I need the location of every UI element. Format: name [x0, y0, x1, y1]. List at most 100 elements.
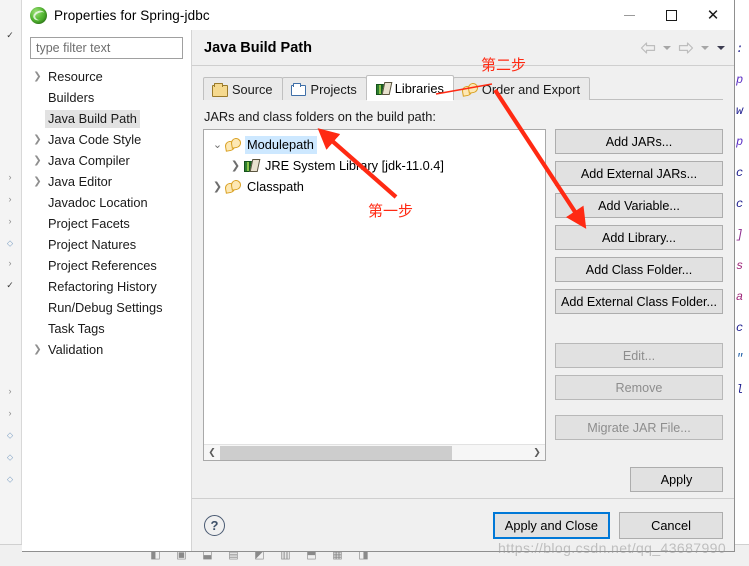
minimize-button[interactable]: [608, 0, 650, 30]
forward-history-button[interactable]: [697, 37, 712, 59]
chevron-down-icon: [662, 45, 671, 50]
background-code-editor: : p w p c c] s a c " l: [735, 0, 749, 566]
filter-input[interactable]: [30, 37, 183, 59]
tab-source[interactable]: Source: [203, 77, 283, 100]
chevron-right-icon[interactable]: ❯: [210, 181, 225, 192]
sidebar-item-builders[interactable]: Builders: [22, 87, 191, 108]
apply-and-close-button[interactable]: Apply and Close: [492, 511, 610, 539]
library-tree-label: Modulepath: [245, 135, 317, 154]
forward-arrow-icon: [678, 41, 693, 54]
sidebar-item-project-references[interactable]: Project References: [22, 255, 191, 276]
background-code-fragment: :: [736, 42, 744, 56]
button-add-external-jars[interactable]: Add External JARs...: [555, 161, 723, 186]
tab-libraries[interactable]: Libraries: [365, 75, 454, 101]
button-migrate-jar-file: Migrate JAR File...: [555, 415, 723, 440]
dialog-body: ❯ResourceBuildersJava Build Path❯Java Co…: [22, 30, 734, 551]
chevron-right-icon[interactable]: ❯: [30, 344, 45, 355]
library-tree-label: Classpath: [247, 178, 304, 194]
sidebar-item-project-facets[interactable]: Project Facets: [22, 213, 191, 234]
background-rail-marker: ›: [8, 216, 12, 226]
sidebar-item-label: Validation: [48, 341, 104, 357]
maximize-button[interactable]: [650, 0, 692, 30]
chevron-right-icon[interactable]: ❯: [30, 71, 45, 82]
sidebar-item-label: Javadoc Location: [48, 194, 148, 210]
build-path-tabs: Source Projects Libraries Order and Export: [203, 75, 723, 101]
tab-order-and-export[interactable]: Order and Export: [452, 77, 591, 100]
background-rail-marker: ⬦: [6, 430, 14, 440]
button-remove: Remove: [555, 375, 723, 400]
sidebar-item-label: Project Facets: [48, 215, 130, 231]
scroll-right-button[interactable]: ❯: [529, 445, 545, 461]
view-menu-button[interactable]: [713, 37, 728, 59]
open-folder-icon: [290, 82, 306, 96]
books-icon: [375, 81, 390, 95]
sidebar-item-refactoring-history[interactable]: Refactoring History: [22, 276, 191, 297]
library-tree-node[interactable]: ⌄ Modulepath: [204, 134, 545, 155]
filter-wrapper: [22, 37, 191, 59]
background-code-fragment: s: [736, 259, 744, 273]
background-rail-marker: ›: [8, 258, 12, 268]
sidebar-item-javadoc-location[interactable]: Javadoc Location: [22, 192, 191, 213]
back-button[interactable]: [637, 37, 658, 59]
scroll-left-button[interactable]: ❮: [204, 445, 220, 461]
background-rail-marker: ›: [8, 386, 12, 396]
libraries-tree: ⌄ Modulepath ❯ JRE System Library [jdk-11.0…: [204, 130, 545, 444]
background-rail-marker: ›: [8, 172, 12, 182]
sidebar-item-task-tags[interactable]: Task Tags: [22, 318, 191, 339]
module-arrows-icon: [225, 137, 242, 152]
chevron-down-dark-icon: [716, 45, 725, 50]
sidebar-item-java-code-style[interactable]: ❯ Java Code Style: [22, 129, 191, 150]
button-add-class-folder[interactable]: Add Class Folder...: [555, 257, 723, 282]
background-rail-marker: ›: [8, 194, 12, 204]
apply-row: Apply: [192, 461, 734, 499]
scrollbar-track[interactable]: [220, 445, 529, 461]
sidebar-item-java-compiler[interactable]: ❯ Java Compiler: [22, 150, 191, 171]
background-code-fragment: ]: [736, 228, 744, 242]
sidebar-item-label: Java Code Style: [48, 131, 142, 147]
close-button[interactable]: ✕: [692, 0, 734, 30]
scrollbar-thumb[interactable]: [220, 445, 452, 460]
back-history-button[interactable]: [659, 37, 674, 59]
button-edit: Edit...: [555, 343, 723, 368]
chevron-right-icon[interactable]: ❯: [30, 134, 45, 145]
settings-page: Java Build Path Source Projects Librarie…: [192, 30, 734, 551]
chevron-right-icon[interactable]: ❯: [30, 155, 45, 166]
library-tree-node[interactable]: ❯ Classpath: [204, 176, 545, 197]
button-group-spacer: [555, 321, 723, 343]
sidebar-item-java-build-path[interactable]: Java Build Path: [22, 108, 191, 129]
background-code-fragment: p: [736, 135, 744, 149]
tab-label: Projects: [310, 81, 357, 97]
sidebar-item-resource[interactable]: ❯ Resource: [22, 66, 191, 87]
button-add-jars[interactable]: Add JARs...: [555, 129, 723, 154]
background-rail-marker: ⬦: [6, 474, 14, 484]
annotation-step-two: 第二步: [481, 57, 527, 74]
cancel-button[interactable]: Cancel: [619, 511, 723, 539]
libraries-row: ⌄ Modulepath ❯ JRE System Library [jdk-11.0…: [203, 129, 723, 461]
button-add-variable[interactable]: Add Variable...: [555, 193, 723, 218]
button-add-external-class-folder[interactable]: Add External Class Folder...: [555, 289, 723, 314]
chevron-down-icon[interactable]: ⌄: [210, 139, 225, 150]
tab-label: Source: [232, 81, 273, 97]
sidebar-item-validation[interactable]: ❯ Validation: [22, 339, 191, 360]
sidebar-item-label: Resource: [48, 68, 103, 84]
sidebar-item-project-natures[interactable]: Project Natures: [22, 234, 191, 255]
background-code-fragment: p: [736, 73, 744, 87]
sidebar-item-label: Builders: [48, 89, 95, 105]
sidebar-item-run-debug-settings[interactable]: Run/Debug Settings: [22, 297, 191, 318]
libraries-tree-panel: ⌄ Modulepath ❯ JRE System Library [jdk-11.0…: [203, 129, 546, 461]
chevron-right-icon[interactable]: ❯: [228, 160, 243, 171]
tab-projects[interactable]: Projects: [281, 77, 367, 100]
horizontal-scrollbar[interactable]: ❮ ❯: [204, 444, 545, 460]
background-rail-marker: ✓: [6, 30, 14, 40]
sidebar-item-java-editor[interactable]: ❯ Java Editor: [22, 171, 191, 192]
background-rail-marker: ›: [8, 408, 12, 418]
sidebar-item-label: Project References: [48, 257, 157, 273]
settings-tree: ❯ Resource Builders Java Build Path ❯ Java Co…: [22, 66, 191, 551]
apply-button[interactable]: Apply: [630, 467, 723, 492]
forward-button[interactable]: [675, 37, 696, 59]
help-icon[interactable]: ?: [204, 514, 225, 536]
watermark: https://blog.csdn.net/qq_43687990: [498, 540, 727, 556]
chevron-right-icon[interactable]: ❯: [30, 176, 45, 187]
button-add-library[interactable]: Add Library...: [555, 225, 723, 250]
library-tree-node[interactable]: ❯ JRE System Library [jdk-11.0.4]: [204, 155, 545, 176]
